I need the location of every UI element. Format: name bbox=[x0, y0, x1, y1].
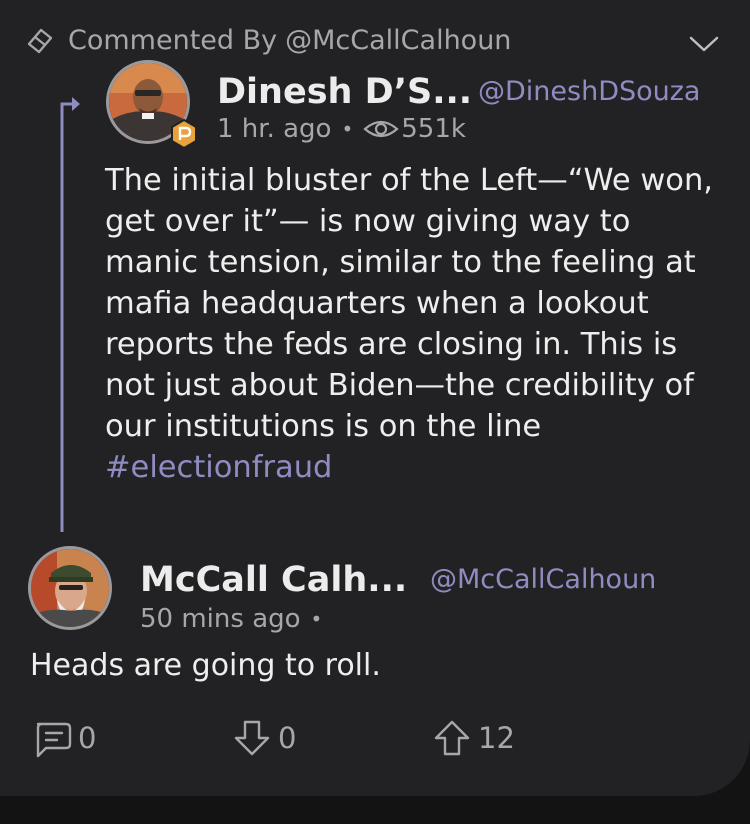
comment-header: Commented By @McCallCalhoun bbox=[22, 22, 511, 58]
upvote-button[interactable]: 12 bbox=[430, 716, 515, 760]
post-text: The initial bluster of the Left—“We won,… bbox=[105, 160, 725, 488]
header-handle-link[interactable]: @McCallCalhoun bbox=[285, 25, 511, 56]
comment-time: 50 mins ago bbox=[140, 604, 301, 634]
commenter-handle[interactable]: @McCallCalhoun bbox=[430, 564, 656, 595]
view-count: 551k bbox=[401, 114, 466, 144]
eraser-icon bbox=[27, 28, 53, 54]
comment-meta: 50 mins ago • bbox=[140, 604, 332, 634]
comment-icon bbox=[36, 722, 72, 758]
chevron-down-icon[interactable] bbox=[688, 33, 720, 55]
eye-icon bbox=[363, 120, 399, 138]
thread-connector bbox=[60, 97, 80, 532]
comment-text: Heads are going to roll. bbox=[30, 648, 381, 683]
post-meta: 1 hr. ago • 551k bbox=[217, 114, 466, 144]
meta-separator: • bbox=[310, 607, 323, 631]
verified-badge-icon bbox=[171, 119, 197, 149]
author-handle[interactable]: @DineshDSouza bbox=[478, 76, 700, 107]
arrow-up-icon bbox=[434, 720, 470, 756]
reply-button[interactable]: 0 bbox=[30, 716, 96, 760]
upvote-count: 12 bbox=[478, 721, 515, 755]
author-name[interactable]: Dinesh D’S... bbox=[217, 72, 472, 112]
commenter-name[interactable]: McCall Calh... bbox=[140, 560, 407, 600]
meta-separator: • bbox=[341, 117, 354, 141]
avatar[interactable] bbox=[28, 546, 112, 630]
downvote-button[interactable]: 0 bbox=[230, 716, 296, 760]
post-time: 1 hr. ago bbox=[217, 114, 332, 144]
hashtag-link[interactable]: #electionfraud bbox=[105, 450, 332, 485]
reply-count: 0 bbox=[78, 721, 97, 755]
header-prefix: Commented By bbox=[68, 24, 278, 56]
downvote-count: 0 bbox=[278, 721, 297, 755]
arrow-down-icon bbox=[234, 720, 270, 756]
post-text-content: The initial bluster of the Left—“We won,… bbox=[105, 163, 713, 444]
comment-card: Commented By @McCallCalhoun Dinesh D’S..… bbox=[0, 0, 750, 796]
